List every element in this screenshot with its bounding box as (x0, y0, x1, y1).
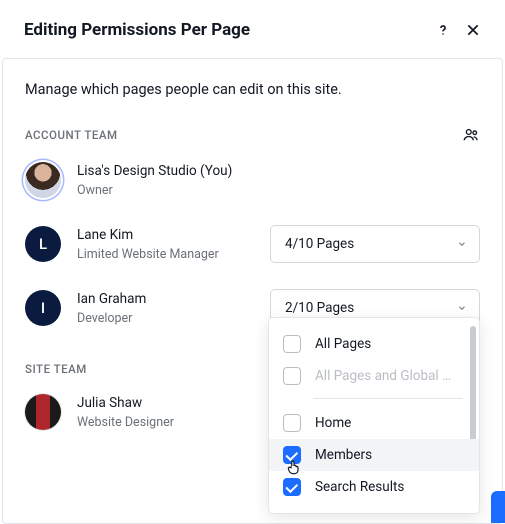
pages-dropdown[interactable]: All Pages All Pages and Global Se… Home … (268, 317, 480, 514)
pages-select-lane[interactable]: 4/10 Pages (270, 225, 480, 263)
option-label: All Pages (315, 336, 371, 352)
member-role: Limited Website Manager (77, 247, 219, 262)
checkbox-unchecked-icon[interactable] (283, 335, 301, 353)
avatar (25, 394, 61, 430)
option-label: Search Results (315, 479, 404, 495)
select-value: 4/10 Pages (285, 236, 354, 252)
description-text: Manage which pages people can edit on th… (25, 59, 480, 126)
dropdown-option-home[interactable]: Home (269, 407, 479, 439)
member-role: Owner (77, 183, 232, 198)
member-role: Developer (77, 311, 146, 326)
account-team-heading: ACCOUNT TEAM (25, 128, 118, 142)
option-label: Members (315, 447, 372, 463)
option-label: All Pages and Global Se… (315, 368, 457, 384)
member-name: Ian Graham (77, 291, 146, 307)
member-name: Lisa's Design Studio (You) (77, 163, 232, 179)
help-icon[interactable] (435, 22, 451, 38)
dropdown-option-all-pages[interactable]: All Pages (269, 328, 479, 360)
people-icon (462, 126, 480, 144)
member-name: Lane Kim (77, 227, 219, 243)
checkbox-checked-icon[interactable] (283, 478, 301, 496)
checkbox-unchecked-icon (283, 367, 301, 385)
dropdown-option-search-results[interactable]: Search Results (269, 471, 479, 503)
avatar (25, 162, 61, 198)
avatar: L (25, 226, 61, 262)
dropdown-option-members[interactable]: Members (269, 439, 479, 471)
dropdown-option-all-global: All Pages and Global Se… (269, 360, 479, 392)
member-row-lisa: Lisa's Design Studio (You) Owner (25, 162, 480, 198)
checkbox-unchecked-icon[interactable] (283, 414, 301, 432)
chevron-down-icon (457, 303, 467, 313)
chevron-down-icon (457, 239, 467, 249)
option-label: Home (315, 415, 351, 431)
member-row-lane: L Lane Kim Limited Website Manager 4/10 … (25, 226, 480, 262)
checkbox-checked-icon[interactable] (283, 446, 301, 464)
page-title: Editing Permissions Per Page (24, 20, 250, 40)
partial-button[interactable] (491, 491, 505, 523)
divider (313, 398, 463, 399)
avatar: I (25, 290, 61, 326)
member-role: Website Designer (77, 415, 174, 430)
member-name: Julia Shaw (77, 395, 174, 411)
select-value: 2/10 Pages (285, 300, 354, 316)
close-icon[interactable] (465, 22, 481, 38)
